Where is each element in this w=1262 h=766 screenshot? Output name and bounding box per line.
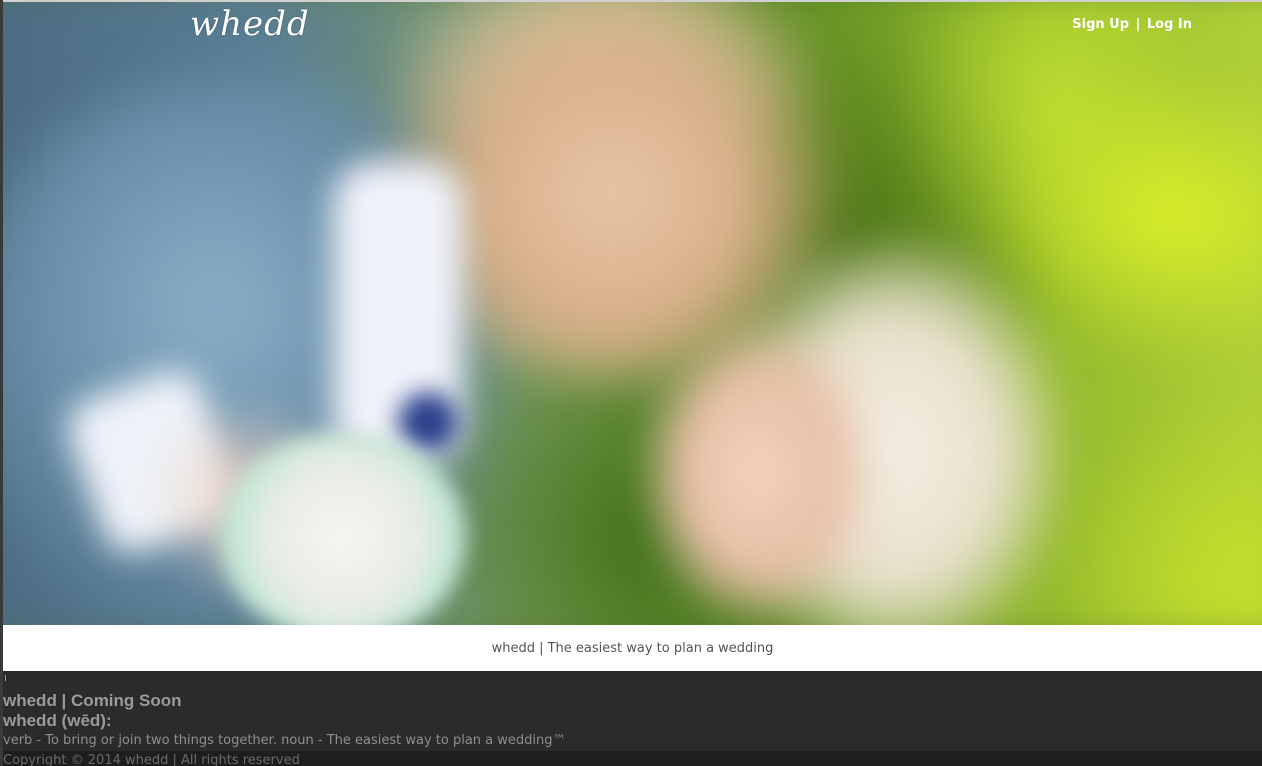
definition-text: verb - To bring or join two things toget… <box>3 733 566 748</box>
log-in-link[interactable]: Log In <box>1147 17 1192 32</box>
sign-up-link[interactable]: Sign Up <box>1072 17 1129 32</box>
section-marker <box>5 675 6 681</box>
auth-links: Sign Up | Log In <box>1072 16 1192 34</box>
copyright-text: Copyright © 2014 whedd | All rights rese… <box>3 753 300 766</box>
site-logo[interactable]: whedd <box>190 2 310 46</box>
hero-face-shape-2 <box>643 322 873 622</box>
definition-heading: whedd (wēd): <box>3 711 112 730</box>
hero-image <box>3 2 1262 625</box>
landing-page: whedd Sign Up | Log In whedd | The easie… <box>0 0 1262 766</box>
footer: Copyright © 2014 whedd | All rights rese… <box>3 751 1262 766</box>
tagline-text: whedd | The easiest way to plan a weddin… <box>491 640 774 656</box>
tagline-bar: whedd | The easiest way to plan a weddin… <box>3 625 1262 671</box>
coming-soon-heading: whedd | Coming Soon <box>3 691 182 710</box>
auth-separator: | <box>1135 17 1141 32</box>
hero-tie-shape <box>398 392 458 452</box>
